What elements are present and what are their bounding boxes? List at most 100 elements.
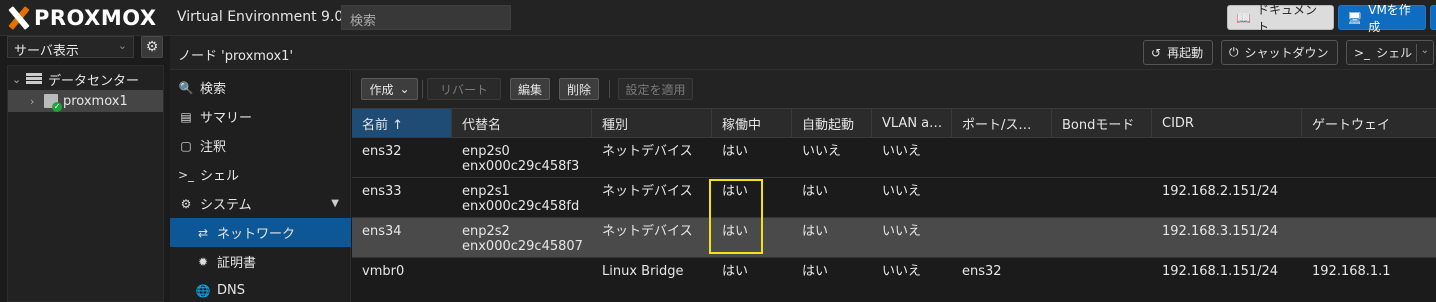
- shell-label: シェル: [1376, 46, 1413, 60]
- delete-button[interactable]: 削除: [559, 78, 599, 100]
- cell-vlan: いいえ: [882, 264, 922, 279]
- tree-item-datacenter[interactable]: ⌄ データセンター: [8, 68, 163, 90]
- chevron-right-icon[interactable]: ›: [30, 95, 42, 108]
- menu-item-shell[interactable]: >_ シェル: [170, 160, 351, 189]
- cell-name: vmbr0: [362, 264, 405, 279]
- chevron-down-icon: ⌄: [399, 82, 410, 96]
- view-selector[interactable]: サーバ表示 ⌄: [7, 36, 134, 59]
- apply-config-button[interactable]: 設定を適用: [618, 78, 693, 100]
- cell-altname: enp2s1: [462, 184, 510, 199]
- column-header-altnames[interactable]: 代替名: [452, 109, 592, 137]
- cell-active: はい: [722, 224, 749, 239]
- desktop-icon: 🖥: [1347, 10, 1363, 25]
- column-header-active[interactable]: 稼働中: [712, 109, 792, 137]
- table-row[interactable]: vmbr0 Linux Bridge はい はい いいえ ens32 192.1…: [352, 258, 1436, 302]
- column-header-autostart[interactable]: 自動起動: [792, 109, 872, 137]
- menu-item-label: 注釈: [200, 140, 227, 155]
- globe-icon: 🌐: [195, 283, 211, 298]
- create-ct-button[interactable]: [1430, 5, 1436, 30]
- search-icon: 🔍: [178, 80, 194, 95]
- cell-name: ens32: [362, 144, 402, 159]
- column-header-type[interactable]: 種別: [592, 109, 712, 137]
- page-title: ノード 'proxmox1': [178, 49, 294, 64]
- create-vm-label: VMを作成: [1368, 2, 1411, 34]
- tree-item-label: proxmox1: [63, 93, 128, 109]
- shutdown-label: シャットダウン: [1244, 46, 1329, 60]
- cell-name: ens34: [362, 224, 402, 239]
- tree-item-label: データセンター: [48, 73, 140, 89]
- note-icon: ▢: [180, 138, 192, 153]
- tree-item-proxmox1[interactable]: › proxmox1: [8, 90, 163, 112]
- create-vm-button[interactable]: 🖥 VMを作成: [1338, 3, 1426, 34]
- cell-altname: enx000c29c45807: [462, 239, 583, 254]
- book-icon: 📖: [1236, 10, 1251, 25]
- split-divider: [1416, 44, 1417, 62]
- cell-autostart: はい: [802, 184, 829, 199]
- menu-item-label: 検索: [200, 82, 227, 97]
- reboot-button[interactable]: ↺ 再起動: [1143, 40, 1213, 65]
- menu-item-label: 証明書: [217, 256, 257, 271]
- resource-tree-panel: サーバ表示 ⌄ ⚙ ⌄ データセンター › proxmox1: [0, 36, 170, 302]
- column-header-name[interactable]: 名前 ↑: [352, 109, 452, 137]
- menu-item-label: DNS: [217, 283, 245, 298]
- column-header-gateway[interactable]: ゲートウェイ: [1302, 109, 1436, 137]
- cell-cidr: 192.168.1.151/24: [1162, 264, 1279, 279]
- brand-text: PROXMOX: [34, 6, 157, 30]
- table-row[interactable]: ens32 enp2s0 enx000c29c458f3 ネットデバイス はい …: [352, 138, 1436, 178]
- menu-item-system[interactable]: ⚙ システム ▼: [170, 189, 351, 218]
- menu-item-label: システム: [200, 198, 252, 213]
- view-selector-value: サーバ表示: [14, 44, 79, 59]
- cell-altname: enp2s0: [462, 144, 510, 159]
- gear-icon[interactable]: ⚙: [141, 36, 163, 58]
- node-menu: 🔍 検索 ▤ サマリー ▢ 注釈 >_ シェル ⚙ システム ▼ ⇄ ネットワー…: [170, 70, 351, 302]
- terminal-icon: >_: [178, 167, 195, 182]
- chevron-down-icon: ⌄: [117, 39, 127, 52]
- proxmox-logo[interactable]: PROXMOX: [6, 5, 157, 31]
- column-header-ports[interactable]: ポート/ス…: [952, 109, 1052, 137]
- undo-icon: ↺: [1151, 45, 1162, 60]
- menu-item-network[interactable]: ⇄ ネットワーク: [170, 218, 351, 247]
- power-icon: ⏻: [1229, 45, 1239, 59]
- edit-button[interactable]: 編集: [510, 78, 550, 100]
- shutdown-button[interactable]: ⏻ シャットダウン: [1221, 40, 1338, 65]
- grid-header: 名前 ↑ 代替名 種別 稼働中 自動起動 VLAN a… ポート/ス… Bond…: [352, 108, 1436, 138]
- cell-type: ネットデバイス: [602, 184, 693, 199]
- column-header-cidr[interactable]: CIDR: [1152, 109, 1302, 137]
- menu-item-dns[interactable]: 🌐 DNS: [170, 276, 351, 302]
- create-button[interactable]: 作成 ⌄: [361, 78, 418, 100]
- book-icon: ▤: [180, 109, 192, 124]
- cell-cidr: 192.168.3.151/24: [1162, 224, 1279, 239]
- cell-altname: enx000c29c458fd: [462, 199, 580, 214]
- column-header-vlan[interactable]: VLAN a…: [872, 109, 952, 137]
- documentation-button[interactable]: 📖 ドキュメント: [1227, 3, 1334, 34]
- cell-active: はい: [722, 264, 749, 279]
- menu-item-summary[interactable]: ▤ サマリー: [170, 102, 351, 131]
- app-title: Virtual Environment 9.0.3: [177, 9, 357, 25]
- cell-autostart: はい: [802, 224, 829, 239]
- content-header: ノード 'proxmox1' ↺ 再起動 ⏻ シャットダウン >_ シェル ⌄: [170, 36, 1436, 70]
- search-input[interactable]: 検索: [341, 5, 511, 30]
- expand-icon[interactable]: ⌄: [12, 73, 24, 86]
- shell-button[interactable]: >_ シェル ⌄: [1346, 40, 1434, 65]
- menu-item-label: サマリー: [200, 111, 253, 126]
- cell-altname: enp2s2: [462, 224, 510, 239]
- cell-altname: enx000c29c458f3: [462, 159, 580, 174]
- revert-button[interactable]: リバート: [427, 78, 501, 100]
- column-header-bond[interactable]: Bondモード: [1052, 109, 1152, 137]
- cell-vlan: いいえ: [882, 184, 922, 199]
- caret-down-icon[interactable]: ▼: [331, 198, 339, 209]
- cell-autostart: はい: [802, 264, 829, 279]
- cell-cidr: 192.168.2.151/24: [1162, 184, 1279, 199]
- cell-vlan: いいえ: [882, 224, 922, 239]
- server-online-icon: [44, 94, 62, 112]
- toolbar-divider: [609, 80, 610, 98]
- table-row-selected[interactable]: ens34 enp2s2 enx000c29c45807 ネットデバイス はい …: [352, 218, 1436, 258]
- menu-item-search[interactable]: 🔍 検索: [170, 73, 351, 102]
- table-row[interactable]: ens33 enp2s1 enx000c29c458fd ネットデバイス はい …: [352, 178, 1436, 218]
- chevron-down-icon[interactable]: ⌄: [1421, 45, 1429, 56]
- terminal-icon: >_: [1354, 45, 1371, 60]
- network-panel: 作成 ⌄ リバート 編集 削除 設定を適用 名前 ↑ 代替名 種別 稼働中 自動…: [352, 70, 1436, 302]
- exchange-icon: ⇄: [197, 225, 209, 240]
- menu-item-certificates[interactable]: ✹ 証明書: [170, 247, 351, 276]
- menu-item-notes[interactable]: ▢ 注釈: [170, 131, 351, 160]
